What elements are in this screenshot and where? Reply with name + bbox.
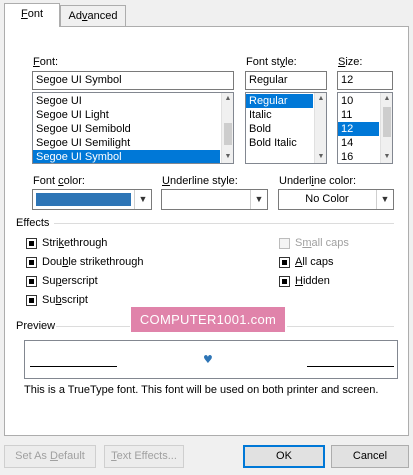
- preview-divider: [287, 326, 394, 327]
- strikethrough-label[interactable]: Strikethrough: [42, 237, 107, 249]
- scroll-thumb[interactable]: [383, 107, 391, 137]
- effects-divider: [54, 223, 394, 224]
- font-list-scrollbar[interactable]: ▲ ▼: [221, 93, 233, 163]
- font-label: Font:: [33, 56, 59, 68]
- font-style-item-selected[interactable]: Regular: [246, 94, 313, 108]
- font-color-dropdown[interactable]: ▼: [32, 189, 152, 210]
- tab-advanced[interactable]: Advanced: [60, 5, 126, 26]
- subscript-checkbox[interactable]: [26, 295, 37, 306]
- double-strikethrough-label[interactable]: Double strikethrough: [42, 256, 144, 268]
- cancel-button[interactable]: Cancel: [331, 445, 409, 468]
- preview-title: Preview: [16, 320, 56, 332]
- underline-color-dropdown[interactable]: No Color ▼: [278, 189, 394, 210]
- size-label: Size:: [338, 56, 363, 68]
- font-style-scrollbar[interactable]: ▲ ▼: [314, 93, 326, 163]
- font-list-item[interactable]: Segoe UI: [33, 94, 233, 108]
- all-caps-checkbox[interactable]: [279, 257, 290, 268]
- hidden-checkbox[interactable]: [279, 276, 290, 287]
- superscript-checkbox[interactable]: [26, 276, 37, 287]
- double-strikethrough-checkbox[interactable]: [26, 257, 37, 268]
- font-name-list[interactable]: Segoe UI Segoe UI Light Segoe UI Semibol…: [32, 92, 234, 164]
- scroll-up-icon[interactable]: ▲: [315, 93, 326, 105]
- size-list[interactable]: 10 11 12 14 16 ▲ ▼: [337, 92, 393, 164]
- ok-button[interactable]: OK: [243, 445, 325, 468]
- preview-baseline-right: [307, 366, 394, 367]
- effects-title: Effects: [16, 217, 50, 229]
- tab-advanced-label: Advanced: [68, 10, 118, 22]
- watermark-banner: COMPUTER1001.com: [131, 307, 285, 332]
- text-effects-button[interactable]: Text Effects...: [104, 445, 184, 468]
- strikethrough-checkbox[interactable]: [26, 238, 37, 249]
- font-list-item[interactable]: Segoe UI Light: [33, 108, 233, 122]
- chevron-down-icon[interactable]: ▼: [376, 190, 393, 209]
- subscript-label[interactable]: Subscript: [42, 294, 88, 306]
- size-item-selected[interactable]: 12: [338, 122, 379, 136]
- small-caps-checkbox[interactable]: [279, 238, 290, 249]
- scroll-up-icon[interactable]: ▲: [381, 93, 392, 105]
- underline-style-dropdown[interactable]: ▼: [161, 189, 268, 210]
- preview-glyph: ♥: [203, 353, 213, 366]
- font-list-item[interactable]: Segoe UI Semibold: [33, 122, 233, 136]
- set-as-default-button[interactable]: Set As Default: [4, 445, 96, 468]
- font-color-swatch: [36, 193, 131, 206]
- tab-font[interactable]: Font: [4, 3, 60, 27]
- hidden-label[interactable]: Hidden: [295, 275, 330, 287]
- underline-color-label: Underline color:: [279, 175, 357, 187]
- size-input[interactable]: 12: [337, 71, 393, 90]
- superscript-label[interactable]: Superscript: [42, 275, 98, 287]
- font-color-label: Font color:: [33, 175, 85, 187]
- scroll-up-icon[interactable]: ▲: [222, 93, 233, 105]
- chevron-down-icon[interactable]: ▼: [250, 190, 267, 209]
- tab-font-label: Font: [20, 8, 44, 20]
- size-scrollbar[interactable]: ▲ ▼: [380, 93, 392, 163]
- font-style-label: Font style:: [246, 56, 297, 68]
- underline-color-value: No Color: [305, 193, 349, 205]
- font-list-item-selected[interactable]: Segoe UI Symbol: [33, 150, 220, 163]
- preview-baseline-left: [30, 366, 117, 367]
- preview-divider: [56, 326, 130, 327]
- scroll-down-icon[interactable]: ▼: [222, 151, 233, 163]
- font-style-list[interactable]: Regular Italic Bold Bold Italic ▲ ▼: [245, 92, 327, 164]
- font-style-input[interactable]: Regular: [245, 71, 327, 90]
- all-caps-label[interactable]: All caps: [295, 256, 334, 268]
- truetype-note: This is a TrueType font. This font will …: [24, 384, 379, 396]
- small-caps-label[interactable]: Small caps: [295, 237, 349, 249]
- preview-box: ♥: [24, 340, 398, 379]
- scroll-thumb[interactable]: [224, 123, 232, 145]
- scroll-down-icon[interactable]: ▼: [315, 151, 326, 163]
- underline-style-label: Underline style:: [162, 175, 238, 187]
- chevron-down-icon[interactable]: ▼: [134, 190, 151, 209]
- font-list-item[interactable]: Segoe UI Semilight: [33, 136, 233, 150]
- font-name-input[interactable]: Segoe UI Symbol: [32, 71, 234, 90]
- scroll-down-icon[interactable]: ▼: [381, 151, 392, 163]
